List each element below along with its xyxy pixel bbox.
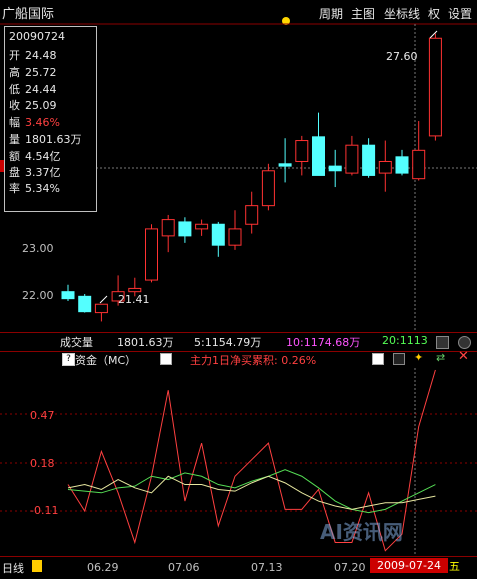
weekday-badge: 五 <box>449 558 467 573</box>
price-label-22: 22.00 <box>22 289 54 302</box>
candle-body <box>378 160 392 174</box>
candle-body <box>211 223 225 246</box>
open-label: 开 <box>9 49 20 62</box>
date-tick-2: 07.13 <box>251 561 283 574</box>
volume-label: 量 <box>9 133 20 146</box>
low-value: 24.44 <box>25 83 57 96</box>
candle-body <box>312 136 325 176</box>
candle-body <box>145 228 158 281</box>
candle-body <box>195 223 209 230</box>
zoom-icon[interactable] <box>458 336 471 349</box>
turnover-value: 5.34% <box>25 182 60 195</box>
indicator-checkbox-icon[interactable] <box>372 353 384 365</box>
candle-body <box>328 165 342 172</box>
ind-axis-047: 0.47 <box>30 409 55 422</box>
close-icon[interactable]: ✕ <box>458 350 470 363</box>
volume-value: 1801.63万 <box>25 133 82 146</box>
candle-body <box>295 140 309 162</box>
high-value: 25.72 <box>25 66 57 79</box>
candle-body <box>94 303 108 314</box>
date-tick-0: 06.29 <box>87 561 119 574</box>
date-tick-3: 07.20 <box>334 561 366 574</box>
high-arrow <box>429 30 438 39</box>
price-label-23: 23.00 <box>22 242 54 255</box>
amount-label: 额 <box>9 150 20 163</box>
candle-body <box>128 287 142 293</box>
high-label: 高 <box>9 66 20 79</box>
ind-axis-n011: -0.11 <box>30 504 59 517</box>
info-panel: 20090724 开 24.48 高 25.72 低 24.44 收 25.09 幅 3.… <box>4 26 97 212</box>
settings-icon[interactable]: ✦ <box>414 352 426 364</box>
close-label: 收 <box>9 99 20 112</box>
float-label: 盘 <box>9 166 20 179</box>
candle-body <box>428 37 442 137</box>
volume-ma20: 20:1113 <box>382 334 428 347</box>
candle-body <box>178 221 192 237</box>
candle-body <box>345 144 359 174</box>
info-date: 20090724 <box>9 30 65 43</box>
candle-body <box>278 163 292 167</box>
indicator-chart <box>0 368 477 556</box>
candle-body <box>78 295 92 313</box>
dropdown-checkbox-icon[interactable] <box>160 353 172 365</box>
minimize-icon[interactable] <box>436 336 449 349</box>
minimize-indicator-icon[interactable] <box>393 353 405 365</box>
indicator-detail: 主力1日净买累积: 0.26% <box>190 354 317 367</box>
close-value: 25.09 <box>25 99 57 112</box>
candle-body <box>61 291 75 300</box>
change-label: 幅 <box>9 116 20 129</box>
candle-body <box>362 144 376 176</box>
candle-body <box>412 149 426 180</box>
date-tick-1: 07.06 <box>168 561 200 574</box>
volume-ma10: 10:1174.68万 <box>286 336 361 349</box>
selected-date-badge: 2009-07-24 <box>370 558 448 573</box>
candle-body <box>228 228 242 246</box>
low-label: 低 <box>9 83 20 96</box>
volume-label: 成交量 <box>60 336 93 349</box>
candle-body <box>161 219 175 237</box>
float-value: 3.37亿 <box>25 166 61 179</box>
low-arrow <box>99 295 108 304</box>
low-annotation: 21.41 <box>118 293 150 306</box>
indicator-name[interactable]: 资金（MC） <box>75 352 136 368</box>
amount-value: 4.54亿 <box>25 150 61 163</box>
help-icon[interactable]: ? <box>62 353 75 366</box>
candle-body <box>395 156 409 174</box>
candle-body <box>261 170 275 207</box>
volume-ma5: 5:1154.79万 <box>194 336 262 349</box>
watermark: AI资讯网 <box>320 520 403 544</box>
high-annotation: 27.60 <box>386 50 418 63</box>
turnover-label: 率 <box>9 182 20 195</box>
change-value: 3.46% <box>25 116 60 129</box>
open-value: 24.48 <box>25 49 57 62</box>
swap-icon[interactable]: ⇄ <box>436 352 448 364</box>
ind-axis-018: 0.18 <box>30 457 55 470</box>
candle-body <box>245 205 259 225</box>
period-menu-icon[interactable] <box>32 560 42 572</box>
volume-value: 1801.63万 <box>117 336 174 349</box>
period-label[interactable]: 日线 <box>2 560 24 576</box>
